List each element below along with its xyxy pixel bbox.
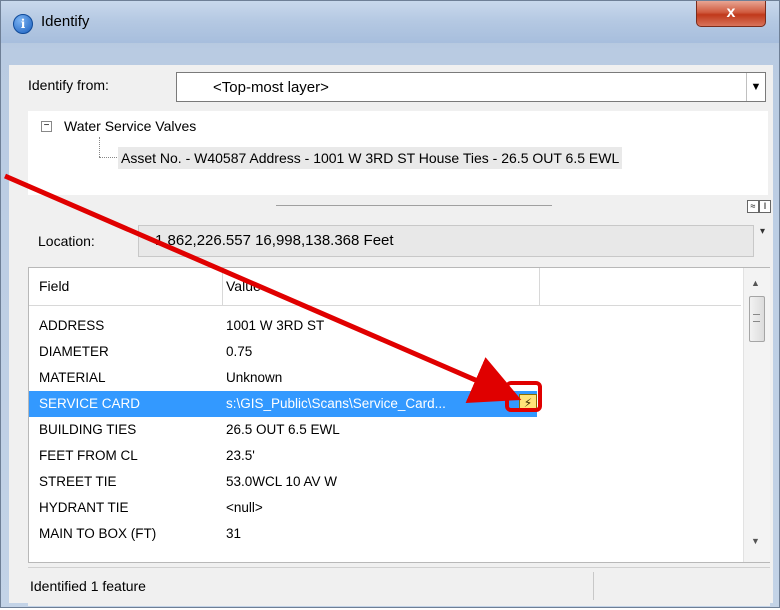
- identify-from-value: <Top-most layer>: [213, 79, 329, 96]
- value-cell: 31: [226, 526, 242, 541]
- column-divider[interactable]: [222, 268, 223, 305]
- status-bar: Identified 1 feature: [28, 567, 770, 606]
- value-cell: 1001 W 3RD ST: [226, 318, 325, 333]
- value-cell: <null>: [226, 500, 263, 515]
- value-cell: 0.75: [226, 344, 253, 359]
- field-cell: BUILDING TIES: [39, 422, 137, 437]
- chevron-down-icon[interactable]: ▼: [746, 73, 765, 101]
- close-button[interactable]: x: [696, 1, 766, 27]
- panel-splitter[interactable]: ≈ I: [28, 195, 771, 219]
- field-cell: MAIN TO BOX (FT): [39, 526, 157, 541]
- table-row-selected[interactable]: SERVICE CARD s:\GIS_Public\Scans\Service…: [29, 391, 741, 417]
- grid-header: Field Value: [29, 268, 741, 306]
- splitter-grip[interactable]: [276, 205, 552, 206]
- table-row[interactable]: DIAMETER 0.75: [29, 339, 741, 365]
- value-cell: 53.0WCL 10 AV W: [226, 474, 338, 489]
- scroll-thumb[interactable]: [749, 296, 765, 342]
- location-menu-icon[interactable]: ▾: [760, 226, 765, 237]
- table-row[interactable]: BUILDING TIES 26.5 OUT 6.5 EWL: [29, 417, 741, 443]
- field-cell: FEET FROM CL: [39, 448, 138, 463]
- value-cell: 26.5 OUT 6.5 EWL: [226, 422, 340, 437]
- location-value: 1,862,226.557 16,998,138.368 Feet: [138, 225, 754, 257]
- identify-from-dropdown[interactable]: <Top-most layer> ▼: [176, 72, 766, 102]
- location-label: Location:: [38, 233, 95, 249]
- window-title: Identify: [41, 13, 90, 30]
- info-icon: i: [13, 14, 33, 34]
- tree-layer-node[interactable]: Water Service Valves: [64, 118, 196, 134]
- table-row[interactable]: HYDRANT TIE <null>: [29, 495, 741, 521]
- status-divider: [593, 572, 594, 600]
- expand-panel-icon[interactable]: I: [759, 200, 771, 213]
- status-text: Identified 1 feature: [30, 578, 146, 594]
- value-cell: s:\GIS_Public\Scans\Service_Card...: [226, 396, 446, 411]
- identify-from-label: Identify from:: [28, 77, 109, 93]
- field-cell: SERVICE CARD: [39, 396, 141, 411]
- scroll-up-icon[interactable]: ▲: [751, 278, 760, 288]
- scroll-down-icon[interactable]: ▼: [751, 536, 760, 546]
- vertical-scrollbar[interactable]: ▲ ▼: [743, 268, 770, 562]
- field-cell: STREET TIE: [39, 474, 117, 489]
- field-cell: HYDRANT TIE: [39, 500, 129, 515]
- collapse-panel-icon[interactable]: ≈: [747, 200, 759, 213]
- collapse-icon[interactable]: −: [41, 121, 52, 132]
- value-column-header[interactable]: Value: [226, 278, 261, 294]
- results-tree: − Water Service Valves Asset No. - W4058…: [28, 111, 768, 195]
- field-cell: MATERIAL: [39, 370, 106, 385]
- tree-feature-node[interactable]: Asset No. - W40587 Address - 1001 W 3RD …: [118, 147, 623, 169]
- value-cell: 23.5': [226, 448, 255, 463]
- table-row[interactable]: ADDRESS 1001 W 3RD ST: [29, 313, 741, 339]
- hyperlink-lightning-icon[interactable]: ⚡: [519, 394, 537, 412]
- title-bar[interactable]: i Identify x: [1, 1, 779, 43]
- tree-connector: [99, 137, 100, 157]
- table-row[interactable]: FEET FROM CL 23.5': [29, 443, 741, 469]
- table-row[interactable]: MAIN TO BOX (FT) 31: [29, 521, 741, 547]
- field-cell: ADDRESS: [39, 318, 105, 333]
- column-divider[interactable]: [539, 268, 540, 305]
- attribute-grid: Field Value ADDRESS 1001 W 3RD ST DIAMET…: [28, 267, 770, 563]
- field-cell: DIAMETER: [39, 344, 109, 359]
- table-row[interactable]: STREET TIE 53.0WCL 10 AV W: [29, 469, 741, 495]
- value-cell: Unknown: [226, 370, 283, 385]
- field-column-header[interactable]: Field: [39, 278, 69, 294]
- tree-connector: [99, 157, 117, 158]
- table-row[interactable]: MATERIAL Unknown: [29, 365, 741, 391]
